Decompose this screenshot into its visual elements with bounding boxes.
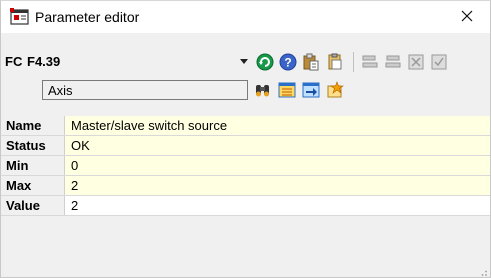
align-left-icon[interactable]	[360, 52, 380, 72]
param-row-min[interactable]: Min 0	[1, 156, 490, 176]
toolbar-separator	[353, 52, 354, 72]
param-row-max[interactable]: Max 2	[1, 176, 490, 196]
param-row-status[interactable]: Status OK	[1, 136, 490, 156]
binoculars-icon[interactable]	[253, 80, 273, 100]
fc-label: FC	[5, 54, 23, 69]
param-label: Name	[1, 116, 65, 135]
param-value[interactable]: 0	[65, 156, 490, 175]
resize-grip-icon[interactable]	[478, 265, 488, 276]
refresh-icon[interactable]	[255, 52, 275, 72]
close-button[interactable]	[444, 1, 490, 33]
list-grid-icon[interactable]	[277, 80, 297, 100]
close-icon	[461, 10, 473, 25]
parameter-code-select[interactable]: F4.39	[27, 54, 60, 69]
param-value[interactable]: Master/slave switch source	[65, 116, 490, 135]
param-value[interactable]: OK	[65, 136, 490, 155]
chevron-down-icon[interactable]	[239, 53, 249, 69]
param-label: Min	[1, 156, 65, 175]
window-title: Parameter editor	[35, 9, 140, 25]
param-label: Status	[1, 136, 65, 155]
help-icon[interactable]: ?	[278, 52, 298, 72]
paste-icon[interactable]	[325, 52, 345, 72]
parameter-toolbar: FC F4.39 ?	[1, 49, 490, 75]
app-window-icon	[10, 8, 29, 26]
sparkle-icon[interactable]	[325, 80, 345, 100]
clipboard-icon[interactable]	[301, 52, 321, 72]
title-bar[interactable]: Parameter editor	[1, 1, 490, 33]
axis-field-value: Axis	[48, 83, 73, 98]
align-center-icon[interactable]	[383, 52, 403, 72]
param-row-value[interactable]: Value 2	[1, 196, 490, 216]
param-label: Value	[1, 196, 65, 215]
param-row-name[interactable]: Name Master/slave switch source	[1, 116, 490, 136]
param-label: Max	[1, 176, 65, 195]
svg-text:?: ?	[284, 56, 291, 70]
search-toolbar: Axis	[1, 78, 490, 102]
close-box-icon[interactable]	[406, 52, 426, 72]
parameter-editor-window: Parameter editor FC F4.39 ? Axis Name Ma…	[0, 0, 491, 278]
import-icon[interactable]	[301, 80, 321, 100]
param-value[interactable]: 2	[65, 176, 490, 195]
param-value-input[interactable]: 2	[65, 196, 490, 215]
axis-field[interactable]: Axis	[42, 80, 248, 100]
checkbox-icon[interactable]	[429, 52, 449, 72]
parameter-grid: Name Master/slave switch source Status O…	[1, 116, 490, 216]
